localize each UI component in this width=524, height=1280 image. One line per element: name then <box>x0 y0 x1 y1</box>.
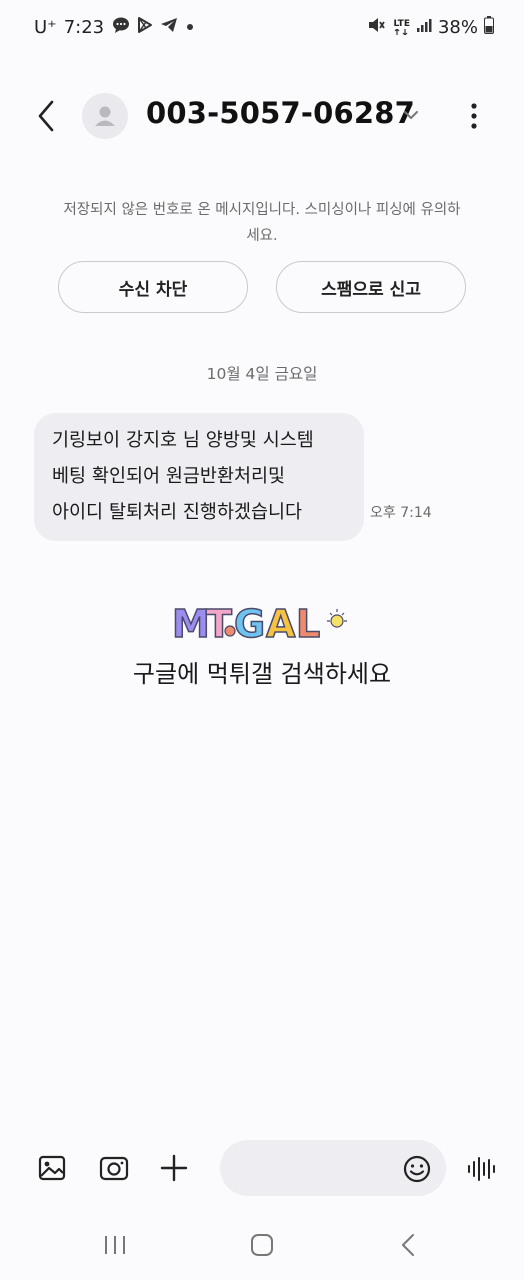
mute-icon <box>367 16 386 39</box>
unknown-sender-notice: 저장되지 않은 번호로 온 메시지입니다. 스미싱이나 피싱에 유의하세요. <box>63 202 461 244</box>
lte-icon: LTE <box>393 20 410 35</box>
back-button[interactable] <box>28 96 64 136</box>
mtgal-logo: M T G A L <box>171 599 352 647</box>
message-composer <box>0 1136 524 1200</box>
signal-icon <box>416 17 432 38</box>
lte-label: LTE <box>393 19 410 29</box>
contact-name[interactable]: 003-5057-06287 <box>146 96 415 130</box>
svg-text:M: M <box>172 602 210 645</box>
message-line: 베팅 확인되어 원금반환처리및 <box>52 466 286 487</box>
battery-percent: 38% <box>437 17 478 38</box>
voice-waveform-icon <box>468 1157 495 1181</box>
block-number-button[interactable]: 수신 차단 <box>58 261 248 313</box>
battery-icon <box>484 16 494 39</box>
attach-button[interactable] <box>158 1152 190 1184</box>
svg-text:A: A <box>266 602 296 645</box>
status-time: 7:23 <box>63 17 105 38</box>
message-bubble[interactable]: 기링보이 강지호 님 양방및 시스템 베팅 확인되어 원금반환처리및 아이디 탈… <box>34 413 364 541</box>
recent-apps-icon <box>105 1236 125 1254</box>
svg-text:G: G <box>234 602 265 645</box>
dot-icon <box>184 17 196 38</box>
emoji-icon <box>403 1155 431 1183</box>
carrier-label: U⁺ <box>34 17 57 38</box>
ad-caption: 구글에 먹튀갤 검색하세요 <box>132 660 392 688</box>
chevron-down-icon <box>404 111 418 119</box>
conversation-header: 003-5057-06287 <box>0 80 524 152</box>
plus-icon <box>160 1154 188 1182</box>
back-nav-button[interactable] <box>394 1230 424 1260</box>
emoji-button[interactable] <box>402 1154 432 1184</box>
system-nav-bar <box>0 1218 524 1270</box>
status-right: LTE 38% <box>361 16 494 39</box>
expand-contact-button[interactable] <box>400 104 422 126</box>
recent-apps-button[interactable] <box>100 1230 130 1260</box>
home-icon <box>251 1234 273 1256</box>
camera-icon <box>99 1156 129 1181</box>
voice-input-button[interactable] <box>466 1154 498 1184</box>
home-button[interactable] <box>247 1230 277 1260</box>
status-bar: U⁺ 7:23 LTE 38% <box>0 0 524 58</box>
telegram-icon <box>160 16 178 39</box>
svg-text:T: T <box>206 602 232 645</box>
back-nav-icon <box>402 1234 414 1256</box>
more-vertical-icon <box>471 103 477 129</box>
camera-button[interactable] <box>98 1152 130 1184</box>
gallery-button[interactable] <box>36 1152 68 1184</box>
gallery-icon <box>38 1155 66 1181</box>
chevron-left-icon <box>38 100 54 132</box>
message-line: 기링보이 강지호 님 양방및 시스템 <box>52 430 314 451</box>
more-options-button[interactable] <box>462 100 486 132</box>
svg-text:L: L <box>296 602 320 645</box>
person-icon <box>95 106 115 126</box>
play-store-icon <box>136 16 154 39</box>
message-line: 아이디 탈퇴처리 진행하겠습니다 <box>52 502 303 523</box>
message-timestamp: 오후 7:14 <box>370 505 432 521</box>
chat-bubble-icon <box>112 16 130 39</box>
report-spam-button[interactable]: 스팸으로 신고 <box>276 261 466 313</box>
avatar[interactable] <box>82 93 128 139</box>
status-left: U⁺ 7:23 <box>34 16 202 39</box>
date-separator: 10월 4일 금요일 <box>206 365 318 383</box>
